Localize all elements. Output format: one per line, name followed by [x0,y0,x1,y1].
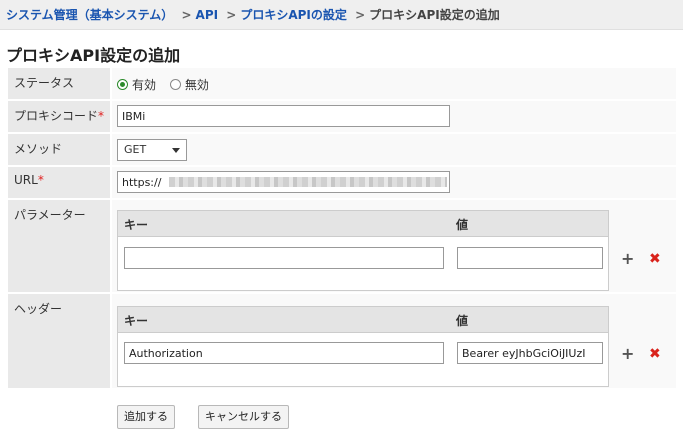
add-header-icon[interactable]: + [621,346,634,362]
status-option-disabled: 無効 [184,78,209,92]
breadcrumb-separator: > [355,8,366,22]
breadcrumb: システム管理（基本システム） > API > プロキシAPIの設定 > プロキシAPI… [0,0,683,30]
add-parameter-icon[interactable]: + [621,251,634,267]
parameters-key-header: キー [124,218,149,232]
breadcrumb-link-system-admin[interactable]: システム管理（基本システム） [6,8,173,22]
required-mark: * [37,173,44,187]
status-radio-enabled[interactable]: 有効 [117,76,156,93]
method-select[interactable]: GET [117,139,187,161]
status-label-text: ステータス [14,76,75,90]
status-label: ステータス [8,68,110,99]
radio-checked-icon [117,79,128,90]
proxy-code-field [112,101,676,132]
breadcrumb-separator: > [226,8,237,22]
radio-unchecked-icon [169,79,181,90]
headers-field: キー 値 + ✖ [112,294,676,388]
parameters-table: キー 値 [117,210,609,291]
cancel-button[interactable]: キャンセルする [198,405,289,429]
method-label: メソッド [8,134,110,165]
method-field: GET [112,134,676,165]
status-radio-group: 有効 無効 [117,76,219,93]
headers-row [118,333,608,386]
parameters-value-header: 値 [456,218,469,232]
chevron-down-icon [172,148,180,153]
method-select-value: GET [124,143,147,156]
headers-table-header: キー 値 [118,307,608,333]
headers-key-header: キー [124,314,149,328]
breadcrumb-link-api[interactable]: API [196,8,219,22]
url-blurred-region [169,177,447,187]
status-option-enabled: 有効 [132,78,157,92]
parameters-field: キー 値 + ✖ [112,200,676,292]
proxy-code-input[interactable] [117,105,450,127]
breadcrumb-separator: > [181,8,192,22]
parameters-table-header: キー 値 [118,211,608,237]
required-mark: * [98,109,105,123]
breadcrumb-link-proxy-api-settings[interactable]: プロキシAPIの設定 [240,8,347,22]
parameters-row [118,237,608,290]
headers-table: キー 値 [117,306,609,387]
url-field [112,167,676,198]
method-label-text: メソッド [14,142,63,156]
parameters-label-text: パラメーター [14,208,86,222]
add-button[interactable]: 追加する [117,405,175,429]
status-field: 有効 無効 [112,68,676,99]
headers-value-header: 値 [456,314,469,328]
parameter-key-input[interactable] [124,247,444,269]
page-title: プロキシAPI設定の追加 [6,46,181,65]
header-value-input[interactable] [457,342,603,364]
url-label-text: URL [14,173,38,187]
proxy-code-label-text: プロキシコード [14,109,99,123]
remove-parameter-icon[interactable]: ✖ [649,251,661,267]
proxy-code-label: プロキシコード* [8,101,110,132]
parameter-value-input[interactable] [457,247,603,269]
parameters-label: パラメーター [8,200,110,292]
status-radio-disabled[interactable]: 無効 [169,76,209,93]
header-key-input[interactable] [124,342,444,364]
breadcrumb-current: プロキシAPI設定の追加 [369,8,500,22]
headers-label: ヘッダー [8,294,110,388]
headers-label-text: ヘッダー [14,302,63,316]
remove-header-icon[interactable]: ✖ [649,346,661,362]
url-label: URL* [8,167,110,198]
